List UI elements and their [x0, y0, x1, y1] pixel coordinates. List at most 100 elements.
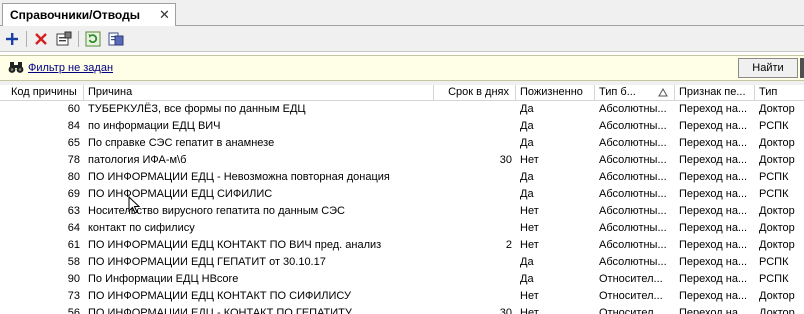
table-row[interactable]: 64 контакт по сифилису Нет Абсолютны... …: [0, 220, 804, 237]
cell-reason: ПО ИНФОРМАЦИИ ЕДЦ - Невозможна повторная…: [88, 171, 390, 183]
cell-type: РСПК: [759, 273, 789, 285]
cell-type-b: Абсолютны...: [599, 137, 667, 149]
cell-type: РСПК: [759, 171, 789, 183]
table-row[interactable]: 90 По Информации ЕДЦ HBcore Да Относител…: [0, 271, 804, 288]
tab-title: Справочники/Отводы: [10, 8, 140, 22]
table-row[interactable]: 73 ПО ИНФОРМАЦИИ ЕДЦ КОНТАКТ ПО СИФИЛИСУ…: [0, 288, 804, 305]
cell-days: [434, 271, 516, 288]
cell-reason: ТУБЕРКУЛЁЗ, все формы по данным ЕДЦ: [88, 103, 306, 115]
cell-code: 73: [67, 290, 80, 302]
cell-lifelong: Да: [520, 120, 534, 132]
cell-reason: Носительство вирусного гепатита по данны…: [88, 205, 345, 217]
refresh-icon[interactable]: [83, 29, 103, 49]
table-row[interactable]: 80 ПО ИНФОРМАЦИИ ЕДЦ - Невозможна повтор…: [0, 169, 804, 186]
table-row[interactable]: 65 По справке СЭС гепатит в анамнезе Да …: [0, 135, 804, 152]
cell-code: 63: [67, 205, 80, 217]
cell-reason: По справке СЭС гепатит в анамнезе: [88, 137, 275, 149]
cell-code: 80: [67, 171, 80, 183]
cell-type-b: Относител...: [599, 307, 663, 314]
search-field-edge: [800, 58, 804, 78]
table-row[interactable]: 60 ТУБЕРКУЛЁЗ, все формы по данным ЕДЦ Д…: [0, 101, 804, 118]
cell-lifelong: Да: [520, 188, 534, 200]
cell-sign: Переход на...: [679, 222, 748, 234]
cell-sign: Переход на...: [679, 307, 748, 314]
cell-lifelong: Нет: [520, 154, 539, 166]
column-header-reason[interactable]: Причина: [84, 85, 434, 100]
cell-type: Доктор: [759, 103, 795, 115]
tab-close-icon[interactable]: ✕: [159, 7, 170, 23]
cell-type: Доктор: [759, 222, 795, 234]
filter-bar: Фильтр не задан Найти: [0, 55, 804, 81]
add-icon[interactable]: [2, 29, 22, 49]
cell-type: Доктор: [759, 154, 795, 166]
cell-lifelong: Да: [520, 103, 534, 115]
cell-lifelong: Да: [520, 273, 534, 285]
cell-days: [434, 203, 516, 220]
cell-type-b: Абсолютны...: [599, 256, 667, 268]
cell-days: [434, 254, 516, 271]
table-row[interactable]: 63 Носительство вирусного гепатита по да…: [0, 203, 804, 220]
cell-days: [434, 288, 516, 305]
cell-type-b: Абсолютны...: [599, 188, 667, 200]
cell-days: 30: [499, 154, 512, 166]
cell-sign: Переход на...: [679, 137, 748, 149]
column-header-type[interactable]: Тип: [755, 85, 804, 100]
cell-sign: Переход на...: [679, 188, 748, 200]
table-row[interactable]: 61 ПО ИНФОРМАЦИИ ЕДЦ КОНТАКТ ПО ВИЧ пред…: [0, 237, 804, 254]
cell-lifelong: Да: [520, 256, 534, 268]
cell-reason: ПО ИНФОРМАЦИИ ЕДЦ КОНТАКТ ПО СИФИЛИСУ: [88, 290, 351, 302]
cell-sign: Переход на...: [679, 205, 748, 217]
cell-type: Доктор: [759, 290, 795, 302]
cell-lifelong: Да: [520, 171, 534, 183]
cell-code: 61: [67, 239, 80, 251]
cell-days: [434, 220, 516, 237]
cell-lifelong: Нет: [520, 290, 539, 302]
cell-lifelong: Нет: [520, 307, 539, 314]
cell-lifelong: Нет: [520, 222, 539, 234]
cell-days: [434, 101, 516, 118]
properties-icon[interactable]: [54, 29, 74, 49]
export-icon[interactable]: [106, 29, 126, 49]
table-row[interactable]: 56 ПО ИНФОРМАЦИИ ЕДЦ - КОНТАКТ ПО ГЕПАТИ…: [0, 305, 804, 314]
column-header-lifelong[interactable]: Пожизненно: [516, 85, 595, 100]
table-row[interactable]: 58 ПО ИНФОРМАЦИИ ЕДЦ ГЕПАТИТ от 30.10.17…: [0, 254, 804, 271]
filter-status-link[interactable]: Фильтр не задан: [28, 62, 113, 74]
table-row[interactable]: 78 патология ИФА-м\б 30 Нет Абсолютны...…: [0, 152, 804, 169]
cell-reason: по информации ЕДЦ ВИЧ: [88, 120, 221, 132]
cell-days: 30: [499, 307, 512, 314]
grid-body: 60 ТУБЕРКУЛЁЗ, все формы по данным ЕДЦ Д…: [0, 101, 804, 314]
cell-type-b: Абсолютны...: [599, 103, 667, 115]
delete-icon[interactable]: [31, 29, 51, 49]
cell-code: 64: [67, 222, 80, 234]
cell-sign: Переход на...: [679, 239, 748, 251]
table-row[interactable]: 69 ПО ИНФОРМАЦИИ ЕДЦ СИФИЛИС Да Абсолютн…: [0, 186, 804, 203]
cell-days: [434, 186, 516, 203]
grid-header: Код причины Причина Срок в днях Пожизнен…: [0, 85, 804, 101]
column-header-type-b-label: Тип б...: [599, 86, 636, 98]
cell-lifelong: Да: [520, 137, 534, 149]
cell-type: РСПК: [759, 188, 789, 200]
sort-ascending-icon: [658, 87, 668, 100]
cell-code: 58: [67, 256, 80, 268]
column-header-sign[interactable]: Признак пе...: [675, 85, 755, 100]
tab-references-contraindications[interactable]: Справочники/Отводы ✕: [2, 3, 176, 26]
cell-type: РСПК: [759, 120, 789, 132]
find-button[interactable]: Найти: [738, 58, 798, 78]
cell-type-b: Абсолютны...: [599, 239, 667, 251]
cell-lifelong: Нет: [520, 239, 539, 251]
column-header-type-b[interactable]: Тип б...: [595, 85, 675, 100]
binoculars-icon: [8, 61, 24, 77]
cell-sign: Переход на...: [679, 103, 748, 115]
cell-type-b: Относител...: [599, 290, 663, 302]
cell-sign: Переход на...: [679, 154, 748, 166]
column-header-days[interactable]: Срок в днях: [434, 85, 516, 100]
cell-sign: Переход на...: [679, 290, 748, 302]
cell-sign: Переход на...: [679, 120, 748, 132]
cell-reason: контакт по сифилису: [88, 222, 195, 234]
cell-type-b: Абсолютны...: [599, 120, 667, 132]
column-header-code[interactable]: Код причины: [7, 85, 84, 100]
cell-days: [434, 118, 516, 135]
cell-days: [434, 135, 516, 152]
table-row[interactable]: 84 по информации ЕДЦ ВИЧ Да Абсолютны...…: [0, 118, 804, 135]
cell-days: [434, 169, 516, 186]
